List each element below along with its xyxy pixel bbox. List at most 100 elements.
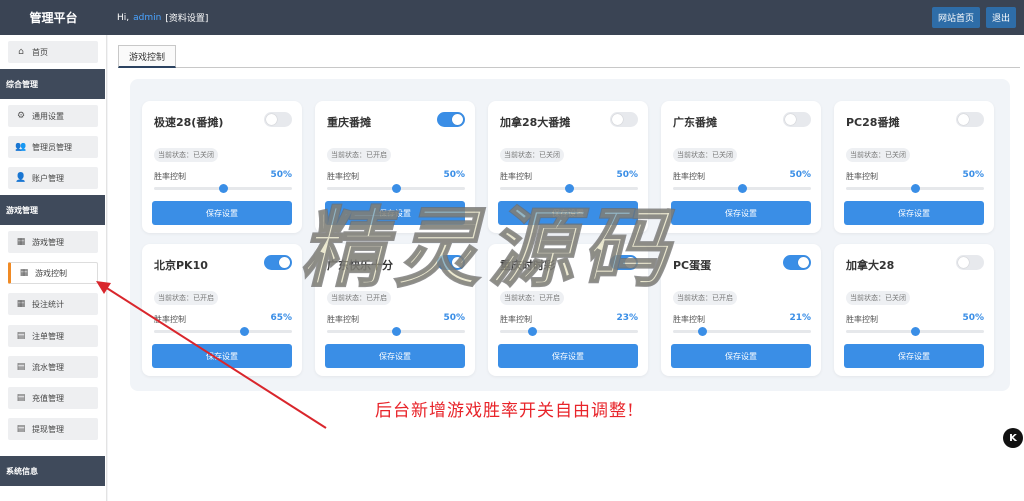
- rate-label: 胜率控制: [500, 315, 532, 324]
- sidebar-item-flow-management[interactable]: ▤ 流水管理: [8, 356, 98, 378]
- rate-label: 胜率控制: [154, 315, 186, 324]
- slider-handle[interactable]: [697, 327, 707, 336]
- game-card: 广东快乐十分 当前状态：已开启 胜率控制 50% 保存设置: [315, 244, 475, 376]
- rate-slider[interactable]: [154, 184, 292, 193]
- rate-slider[interactable]: [154, 327, 292, 336]
- game-name: 重庆时时彩: [500, 259, 555, 272]
- slider-handle[interactable]: [392, 327, 401, 336]
- game-name: 广东快乐十分: [327, 259, 393, 272]
- game-toggle[interactable]: [437, 255, 465, 270]
- sidebar-item-admin-management[interactable]: 👥 管理员管理: [8, 136, 98, 158]
- list-icon: ▤: [16, 393, 26, 403]
- greeting: Hi, admin [资料设置]: [117, 11, 208, 25]
- game-toggle[interactable]: [264, 112, 292, 127]
- list-icon: ▤: [16, 362, 26, 372]
- game-toggle[interactable]: [956, 112, 984, 127]
- rate-slider[interactable]: [500, 327, 638, 336]
- rate-value: 50%: [616, 170, 638, 180]
- sidebar-item-label: 游戏管理: [32, 237, 64, 247]
- game-toggle[interactable]: [610, 255, 638, 270]
- toggle-knob: [279, 257, 290, 268]
- sidebar-item-account-management[interactable]: 👤 账户管理: [8, 167, 98, 189]
- tab-game-control[interactable]: 游戏控制: [118, 45, 177, 68]
- game-toggle[interactable]: [783, 112, 811, 127]
- status-badge: 当前状态：已关闭: [154, 148, 218, 162]
- toggle-knob: [625, 257, 636, 268]
- profile-settings-link[interactable]: [资料设置]: [165, 11, 208, 24]
- game-toggle[interactable]: [956, 255, 984, 270]
- save-settings-button[interactable]: 保存设置: [152, 344, 292, 368]
- game-toggle[interactable]: [783, 255, 811, 270]
- toggle-knob: [452, 114, 463, 125]
- save-settings-button[interactable]: 保存设置: [152, 201, 292, 225]
- status-badge: 当前状态：已开启: [327, 148, 391, 162]
- sidebar-item-bet-stats[interactable]: ▦ 投注统计: [8, 293, 98, 315]
- game-card: 极速28(番摊) 当前状态：已关闭 胜率控制 50% 保存设置: [142, 101, 302, 233]
- site-home-button[interactable]: 网站首页: [931, 7, 980, 28]
- rate-value: 50%: [270, 170, 292, 180]
- game-toggle[interactable]: [437, 112, 465, 127]
- slider-handle[interactable]: [911, 327, 920, 336]
- game-card: 重庆番摊 当前状态：已开启 胜率控制 50% 保存设置: [315, 101, 475, 233]
- status-badge: 当前状态：已开启: [154, 291, 218, 305]
- game-toggle[interactable]: [610, 112, 638, 127]
- sidebar-section-system[interactable]: 系统信息: [0, 456, 105, 486]
- rate-slider[interactable]: [673, 327, 811, 336]
- game-name: 加拿大28: [846, 259, 895, 272]
- annotation-caption: 后台新增游戏胜率开关自由调整!: [375, 401, 635, 421]
- slider-handle[interactable]: [911, 184, 920, 193]
- rate-value: 21%: [789, 313, 811, 323]
- rate-slider[interactable]: [846, 184, 984, 193]
- sidebar: ⌂ 首页 综合管理 ⚙ 通用设置 👥 管理员管理 👤 账户管理 游戏管理 ▦ 游…: [0, 35, 107, 501]
- users-icon: 👥: [15, 142, 27, 152]
- toggle-knob: [785, 114, 796, 125]
- logout-button[interactable]: 退出: [985, 7, 1016, 28]
- game-name: 北京PK10: [154, 259, 208, 272]
- sidebar-section-game[interactable]: 游戏管理: [0, 195, 105, 225]
- sidebar-item-label: 流水管理: [32, 362, 64, 372]
- save-settings-button[interactable]: 保存设置: [498, 201, 638, 225]
- rate-slider[interactable]: [327, 327, 465, 336]
- sidebar-item-order-management[interactable]: ▤ 注单管理: [8, 325, 98, 347]
- slider-handle[interactable]: [219, 184, 228, 193]
- slider-handle[interactable]: [527, 327, 537, 336]
- rate-value: 23%: [616, 313, 638, 323]
- slider-handle[interactable]: [565, 184, 574, 193]
- sidebar-item-game-control[interactable]: ▦ 游戏控制: [8, 262, 98, 284]
- rate-slider[interactable]: [500, 184, 638, 193]
- rate-slider[interactable]: [673, 184, 811, 193]
- rate-slider[interactable]: [846, 327, 984, 336]
- k-logo-icon[interactable]: K: [1003, 428, 1023, 448]
- save-settings-button[interactable]: 保存设置: [671, 344, 811, 368]
- save-settings-button[interactable]: 保存设置: [671, 201, 811, 225]
- sidebar-item-home[interactable]: ⌂ 首页: [8, 41, 98, 63]
- sidebar-item-game-management[interactable]: ▦ 游戏管理: [8, 231, 98, 253]
- save-settings-button[interactable]: 保存设置: [498, 344, 638, 368]
- slider-handle[interactable]: [239, 327, 249, 336]
- rate-slider[interactable]: [327, 184, 465, 193]
- status-badge: 当前状态：已开启: [673, 291, 737, 305]
- user-icon: 👤: [15, 173, 27, 183]
- username-link[interactable]: admin: [133, 13, 161, 23]
- sidebar-item-label: 充值管理: [32, 393, 64, 403]
- sidebar-section-general[interactable]: 综合管理: [0, 69, 105, 99]
- save-settings-button[interactable]: 保存设置: [325, 201, 465, 225]
- save-settings-button[interactable]: 保存设置: [325, 344, 465, 368]
- toggle-knob: [798, 257, 809, 268]
- game-card: 重庆时时彩 当前状态：已开启 胜率控制 23% 保存设置: [488, 244, 648, 376]
- status-badge: 当前状态：已关闭: [673, 148, 737, 162]
- slider-handle[interactable]: [392, 184, 401, 193]
- game-name: PC蛋蛋: [673, 259, 712, 272]
- sidebar-item-withdraw-management[interactable]: ▤ 提现管理: [8, 418, 98, 440]
- status-badge: 当前状态：已关闭: [846, 291, 910, 305]
- status-badge: 当前状态：已关闭: [500, 148, 564, 162]
- save-settings-button[interactable]: 保存设置: [844, 201, 984, 225]
- home-icon: ⌂: [18, 47, 24, 57]
- slider-handle[interactable]: [738, 184, 747, 193]
- sidebar-item-general-settings[interactable]: ⚙ 通用设置: [8, 105, 98, 127]
- save-settings-button[interactable]: 保存设置: [844, 344, 984, 368]
- game-toggle[interactable]: [264, 255, 292, 270]
- rate-value: 65%: [270, 313, 292, 323]
- sidebar-item-recharge-management[interactable]: ▤ 充值管理: [8, 387, 98, 409]
- game-name: 重庆番摊: [327, 116, 371, 129]
